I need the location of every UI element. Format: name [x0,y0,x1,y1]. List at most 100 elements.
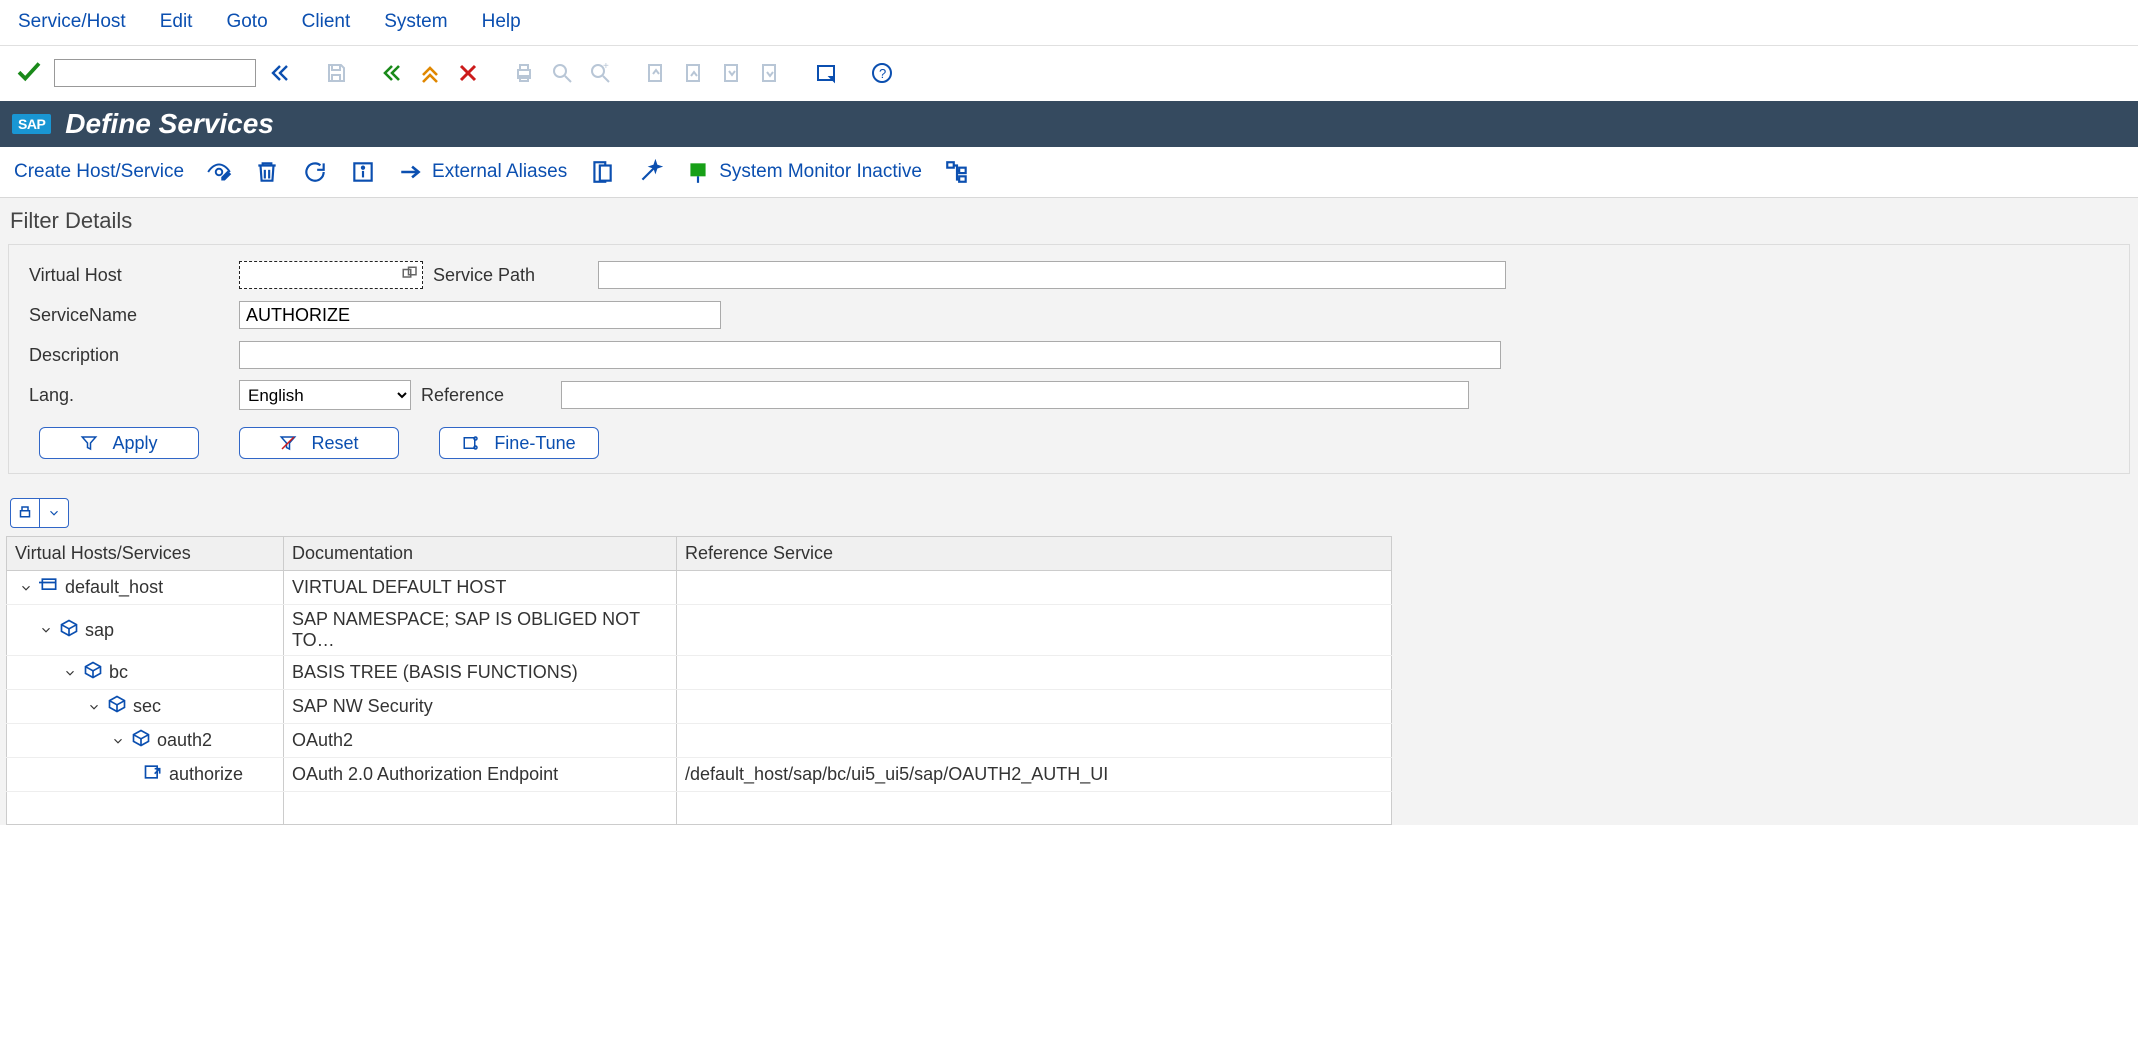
pkg-icon [107,694,127,719]
tree-doc-cell: VIRTUAL DEFAULT HOST [284,571,677,605]
table-row[interactable]: default_host VIRTUAL DEFAULT HOST [7,571,1392,605]
tree-section: Virtual Hosts/Services Documentation Ref… [0,494,2138,825]
reference-label: Reference [421,385,551,406]
wizard-icon[interactable] [637,159,663,185]
description-label: Description [19,345,229,366]
value-help-icon[interactable] [401,265,419,288]
table-row[interactable]: bc BASIS TREE (BASIS FUNCTIONS) [7,656,1392,690]
application-toolbar: Create Host/Service External Aliases Sys… [0,147,2138,198]
tree-toolbar [6,494,2132,536]
col-reference-service[interactable]: Reference Service [677,537,1392,571]
external-aliases-label: External Aliases [432,161,567,183]
page-title: Define Services [65,108,274,140]
system-monitor-button[interactable]: System Monitor Inactive [685,159,922,185]
virtual-host-label: Virtual Host [19,265,229,286]
tree-ref-cell [677,605,1392,656]
create-host-service-button[interactable]: Create Host/Service [14,161,184,183]
service-name-label: ServiceName [19,305,229,326]
reference-input[interactable] [561,381,1469,409]
menu-client[interactable]: Client [294,5,359,39]
table-row[interactable]: sap SAP NAMESPACE; SAP IS OBLIGED NOT TO… [7,605,1392,656]
tree-print-icon[interactable] [10,498,40,528]
next-page-icon[interactable] [718,59,746,87]
system-monitor-label: System Monitor Inactive [719,161,922,183]
last-page-icon[interactable] [756,59,784,87]
expander-icon[interactable] [63,666,77,680]
menu-help[interactable]: Help [474,5,529,39]
collapse-left-icon[interactable] [266,59,294,87]
refresh-icon[interactable] [302,159,328,185]
menu-goto[interactable]: Goto [218,5,275,39]
tree-doc-cell: SAP NAMESPACE; SAP IS OBLIGED NOT TO… [284,605,677,656]
expander-icon[interactable] [39,623,53,637]
command-field[interactable] [54,59,256,87]
expander-icon[interactable] [111,734,125,748]
hierarchy-icon[interactable] [944,159,970,185]
exit-icon[interactable] [416,59,444,87]
display-change-icon[interactable] [206,159,232,185]
tree-node-label: default_host [65,577,163,598]
expander-icon[interactable] [87,700,101,714]
tree-node-label: sap [85,620,114,641]
reset-button[interactable]: Reset [239,427,399,459]
prev-page-icon[interactable] [680,59,708,87]
host-icon [39,575,59,600]
col-virtual-hosts[interactable]: Virtual Hosts/Services [7,537,284,571]
title-bar: SAP Define Services [0,101,2138,147]
print-icon[interactable] [510,59,538,87]
svg-text:?: ? [879,66,886,81]
whereused-icon[interactable] [589,159,615,185]
col-documentation[interactable]: Documentation [284,537,677,571]
tree-doc-cell: BASIS TREE (BASIS FUNCTIONS) [284,656,677,690]
tree-dropdown-icon[interactable] [39,498,69,528]
svc-icon [143,762,163,787]
tree-ref-cell: /default_host/sap/bc/ui5_ui5/sap/OAUTH2_… [677,758,1392,792]
tree-node-label: sec [133,696,161,717]
services-tree-grid: Virtual Hosts/Services Documentation Ref… [6,536,1392,825]
table-row[interactable]: sec SAP NW Security [7,690,1392,724]
back-icon[interactable] [378,59,406,87]
cancel-icon[interactable] [454,59,482,87]
fine-tune-button[interactable]: Fine-Tune [439,427,599,459]
tree-doc-cell: OAuth 2.0 Authorization Endpoint [284,758,677,792]
tree-ref-cell [677,792,1392,825]
filter-section: Filter Details Virtual Host Service Path… [0,198,2138,825]
pkg-icon [83,660,103,685]
find-next-icon[interactable]: + [586,59,614,87]
save-icon[interactable] [322,59,350,87]
tree-ref-cell [677,571,1392,605]
virtual-host-input[interactable] [239,261,423,289]
new-session-icon[interactable] [812,59,840,87]
apply-button[interactable]: Apply [39,427,199,459]
filter-heading: Filter Details [0,198,2138,240]
table-row[interactable] [7,792,1392,825]
delete-icon[interactable] [254,159,280,185]
menu-service-host[interactable]: Service/Host [10,5,134,39]
lang-label: Lang. [19,385,229,406]
description-input[interactable] [239,341,1501,369]
enter-icon[interactable] [14,56,44,91]
expander-icon[interactable] [19,581,33,595]
menu-bar: Service/Host Edit Goto Client System Hel… [0,0,2138,45]
fine-tune-button-label: Fine-Tune [494,433,575,454]
table-row[interactable]: authorizeOAuth 2.0 Authorization Endpoin… [7,758,1392,792]
tree-doc-cell: OAuth2 [284,724,677,758]
tree-node-label: oauth2 [157,730,212,751]
service-path-label: Service Path [433,265,588,286]
find-icon[interactable] [548,59,576,87]
first-page-icon[interactable] [642,59,670,87]
lang-select[interactable]: English [239,380,411,410]
menu-system[interactable]: System [376,5,455,39]
external-aliases-button[interactable]: External Aliases [398,159,567,185]
tree-doc-cell: SAP NW Security [284,690,677,724]
service-name-input[interactable] [239,301,721,329]
menu-edit[interactable]: Edit [152,5,201,39]
info-icon[interactable] [350,159,376,185]
service-path-input[interactable] [598,261,1506,289]
table-row[interactable]: oauth2 OAuth2 [7,724,1392,758]
tree-node-label: bc [109,662,128,683]
filter-panel: Virtual Host Service Path ServiceName De… [8,244,2130,474]
tree-doc-cell [284,792,677,825]
pkg-icon [59,618,79,643]
help-icon[interactable]: ? [868,59,896,87]
